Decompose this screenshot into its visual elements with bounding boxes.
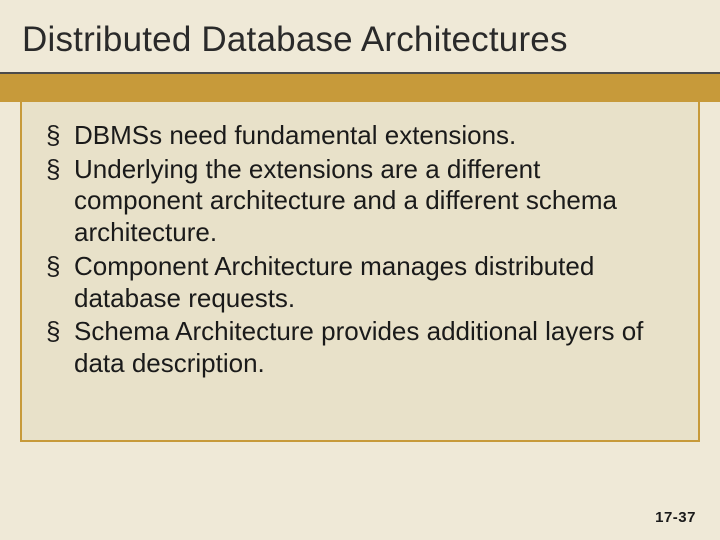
page-number: 17-37 [655,509,696,526]
list-item: DBMSs need fundamental extensions. [46,120,674,152]
list-item: Schema Architecture provides additional … [46,316,674,379]
list-item: Underlying the extensions are a differen… [46,154,674,249]
title-area: Distributed Database Architectures [0,0,720,72]
content-panel: DBMSs need fundamental extensions. Under… [20,102,700,442]
slide-title: Distributed Database Architectures [22,20,700,60]
bullet-list: DBMSs need fundamental extensions. Under… [46,120,674,380]
divider-band [0,72,720,102]
list-item: Component Architecture manages distribut… [46,251,674,314]
